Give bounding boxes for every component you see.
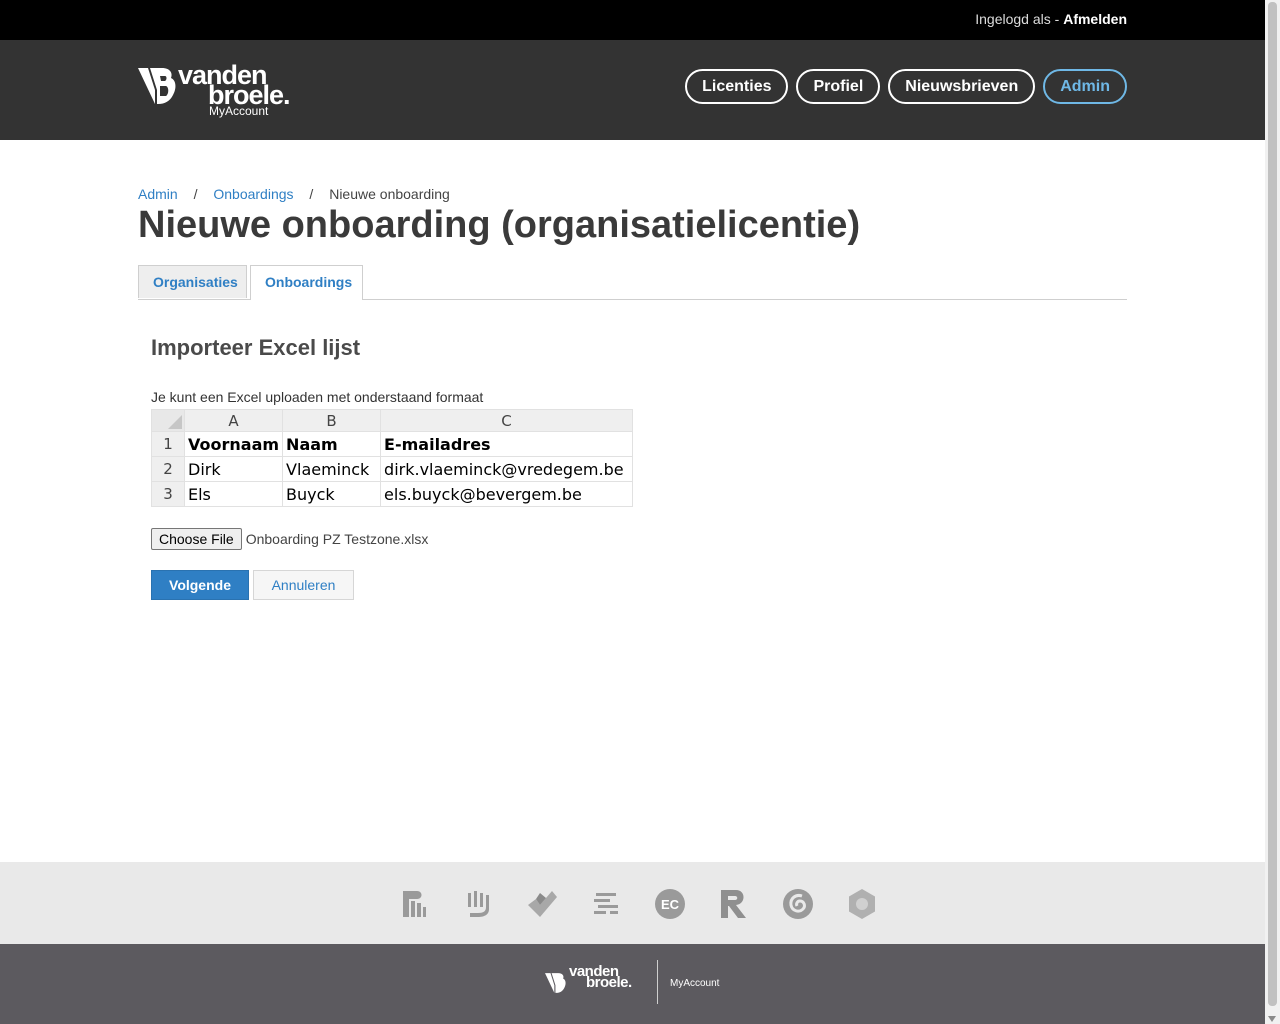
excel-row-number: 1 [151,431,185,457]
excel-corner [151,409,185,432]
breadcrumb-separator: / [193,186,198,202]
excel-column-header: C [380,409,634,432]
footer-myaccount: MyAccount [670,978,720,989]
footer-logo-mark-icon [545,973,566,993]
vertical-scrollbar[interactable] [1265,0,1280,1024]
login-status: Ingelogd als - Afmelden [975,11,1127,27]
tabs: Organisaties Onboardings [138,265,1127,300]
footer-logo-line2: broele. [586,974,632,991]
nav-profiel[interactable]: Profiel [796,69,881,104]
breadcrumb-separator: / [309,186,314,202]
excel-row: 2 Dirk Vlaeminck dirk.vlaeminck@vredegem… [151,456,634,482]
brand-politeia-icon[interactable] [396,886,432,922]
excel-format-example: A B C 1 Voornaam Naam E-mailadres 2 Dirk… [151,409,634,507]
brand-lines-icon[interactable] [588,886,624,922]
scrollbar-thumb[interactable] [1268,2,1277,1006]
excel-cell: Dirk [183,456,284,482]
top-bar: Ingelogd als - Afmelden [0,0,1265,40]
excel-cell: els.buyck@bevergem.be [380,481,634,507]
selected-file-name: Onboarding PZ Testzone.xlsx [245,531,429,547]
breadcrumb: Admin / Onboardings / Nieuwe onboarding [138,186,450,202]
excel-column-header: A [183,409,284,432]
tab-organisaties[interactable]: Organisaties [138,265,247,298]
breadcrumb-admin[interactable]: Admin [138,186,178,202]
excel-cell: E-mailadres [380,431,634,457]
page: Ingelogd als - Afmelden vanden broele. M… [0,0,1265,1024]
excel-cell: Els [183,481,284,507]
nav-admin[interactable]: Admin [1043,69,1127,104]
next-button[interactable]: Volgende [151,570,249,600]
logo-subtitle: MyAccount [209,104,269,118]
excel-cell: Buyck [282,481,382,507]
breadcrumb-onboardings[interactable]: Onboardings [213,186,293,202]
footer-divider [657,960,658,1004]
brand-die-keure-icon[interactable] [460,886,496,922]
excel-cell: Vlaeminck [282,456,382,482]
brand-spiral-icon[interactable] [780,886,816,922]
brand-hexagon-icon[interactable] [844,886,880,922]
tab-onboardings[interactable]: Onboardings [250,265,363,300]
logo-mark-icon [138,68,176,104]
scroll-down-arrow-icon[interactable] [1268,1016,1276,1022]
logout-link[interactable]: Afmelden [1063,11,1127,27]
excel-row-number: 3 [151,481,185,507]
file-upload: Choose File Onboarding PZ Testzone.xlsx [151,528,428,550]
excel-cell: Voornaam [183,431,284,457]
excel-column-header: B [282,409,382,432]
cancel-button[interactable]: Annuleren [253,570,354,600]
brand-icons: EC [396,886,880,922]
brand-ec-text: EC [661,897,680,912]
nav-licenties[interactable]: Licenties [685,69,789,104]
brand-check-icon[interactable] [524,886,560,922]
site-footer: vanden broele. MyAccount [0,944,1265,1024]
brand-ec-icon[interactable]: EC [652,886,688,922]
brand-r-icon[interactable] [716,886,752,922]
page-title: Nieuwe onboarding (organisatielicentie) [138,204,861,246]
breadcrumb-current: Nieuwe onboarding [329,186,450,202]
excel-cell: dirk.vlaeminck@vredegem.be [380,456,634,482]
excel-row: 1 Voornaam Naam E-mailadres [151,431,634,457]
brand-logo[interactable]: vanden broele. MyAccount [138,60,308,120]
import-description: Je kunt een Excel uploaden met onderstaa… [151,389,484,405]
logged-in-label: Ingelogd als - [975,11,1060,27]
nav-nieuwsbrieven[interactable]: Nieuwsbrieven [888,69,1036,104]
site-header: vanden broele. MyAccount Licenties Profi… [0,40,1265,140]
brand-strip: EC [0,862,1265,944]
excel-row: 3 Els Buyck els.buyck@bevergem.be [151,481,634,507]
excel-row-number: 2 [151,456,185,482]
excel-cell: Naam [282,431,382,457]
section-heading: Importeer Excel lijst [151,335,361,360]
choose-file-button[interactable]: Choose File [151,528,242,550]
main-nav: Licenties Profiel Nieuwsbrieven Admin [685,69,1127,104]
